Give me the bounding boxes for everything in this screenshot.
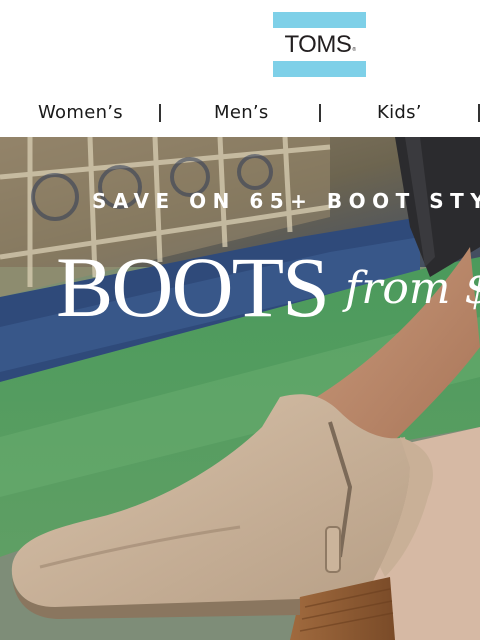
logo-top-stripe: [273, 12, 366, 28]
logo-bottom-stripe: [273, 61, 366, 77]
registered-mark: ®: [352, 47, 356, 53]
hero-price-lead: from $: [345, 263, 480, 314]
nav-divider: [319, 104, 321, 122]
nav-item-womens[interactable]: Women’s: [38, 95, 123, 131]
nav-item-kids[interactable]: Kids’: [377, 95, 422, 131]
logo-wordmark: TOMS®: [273, 28, 366, 61]
category-nav: Women’s Men’s Kids’: [0, 95, 480, 137]
toms-logo[interactable]: TOMS®: [273, 12, 366, 77]
hero-banner[interactable]: SAVE ON 65+ BOOT STY BOOTS from $: [0, 137, 480, 640]
nav-divider: [159, 104, 161, 122]
hero-subheadline: SAVE ON 65+ BOOT STY: [92, 189, 480, 213]
nav-item-mens[interactable]: Men’s: [214, 95, 269, 131]
email-header: TOMS®: [0, 0, 480, 95]
hero-headline: BOOTS: [56, 239, 330, 335]
